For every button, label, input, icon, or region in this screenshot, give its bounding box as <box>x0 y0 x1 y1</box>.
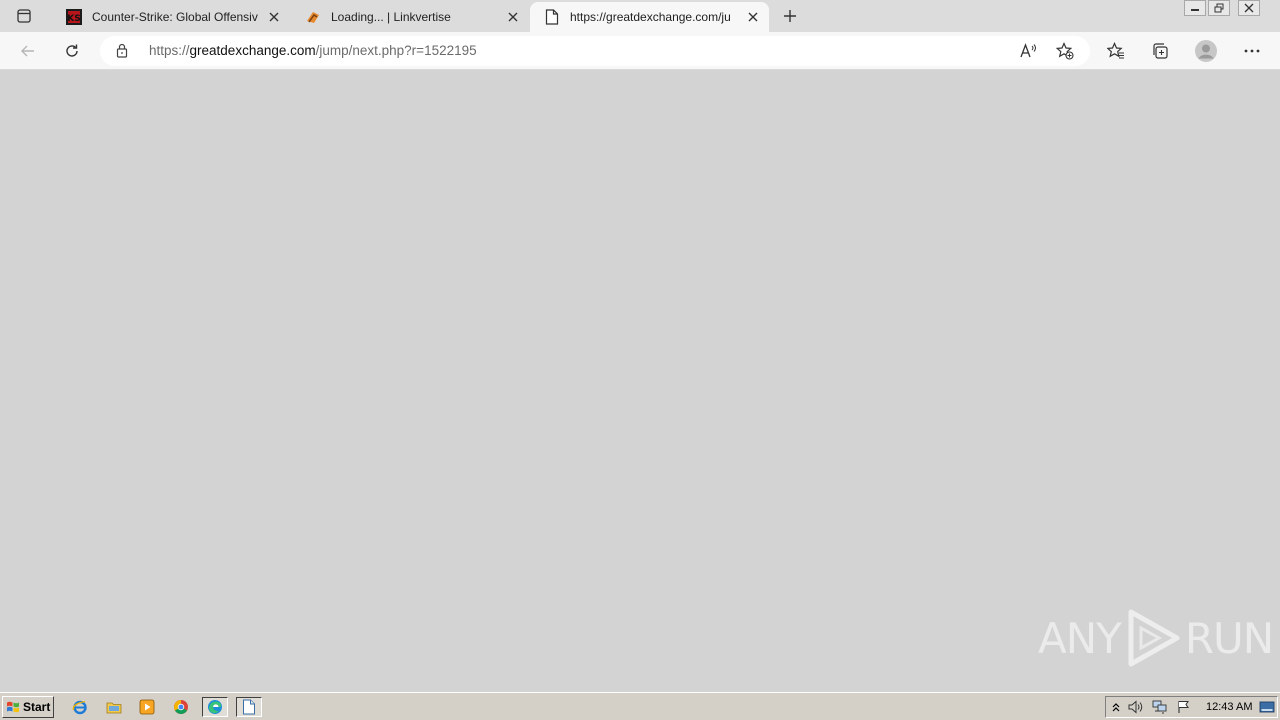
edge-icon <box>208 700 222 714</box>
start-label: Start <box>23 700 51 714</box>
new-tab-button[interactable] <box>778 5 802 27</box>
show-desktop-icon[interactable] <box>1259 700 1275 714</box>
linkvertise-icon <box>305 9 321 25</box>
show-hidden-icons-button[interactable] <box>1108 700 1124 714</box>
start-button[interactable]: Start <box>2 696 54 718</box>
profile-button[interactable] <box>1192 37 1220 65</box>
tab-strip: KS Counter-Strike: Global Offensiv Loadi… <box>0 0 1280 32</box>
tab-actions-button[interactable] <box>10 6 38 26</box>
tab-greatdexchange[interactable]: https://greatdexchange.com/ju <box>530 2 769 32</box>
favorites-icon <box>1107 42 1124 59</box>
page-viewport[interactable] <box>0 70 1280 692</box>
read-aloud-icon <box>1020 43 1036 58</box>
system-tray: 12:43 AM <box>1105 696 1278 718</box>
taskbar: Start 12:43 AM <box>0 692 1280 720</box>
tab-close-icon[interactable] <box>266 9 282 25</box>
window-controls <box>1182 0 1260 18</box>
url-text: https://greatdexchange.com/jump/next.php… <box>149 43 477 58</box>
ie-launch-button[interactable] <box>69 697 91 717</box>
collections-icon <box>1153 43 1168 59</box>
svg-text:KS: KS <box>67 14 80 24</box>
tab-title: https://greatdexchange.com/ju <box>570 10 731 24</box>
address-bar[interactable]: https://greatdexchange.com/jump/next.php… <box>100 36 1090 66</box>
chevron-up-icon <box>1112 703 1120 712</box>
watermark-right-text: RUN <box>1184 613 1274 663</box>
url-host: greatdexchange.com <box>189 43 316 58</box>
play-logo-icon <box>1128 609 1180 667</box>
more-dots-icon <box>1244 49 1260 53</box>
windows-flag-icon <box>7 701 19 713</box>
close-window-button[interactable] <box>1238 0 1260 16</box>
refresh-icon <box>66 44 78 57</box>
tab-actions-icon <box>17 9 31 23</box>
ie-icon <box>72 700 87 715</box>
folder-icon <box>106 702 122 714</box>
url-path: /jump/next.php?r=1522195 <box>315 43 477 58</box>
settings-menu-button[interactable] <box>1238 37 1266 65</box>
explorer-launch-button[interactable] <box>103 697 125 717</box>
lock-icon[interactable] <box>116 43 128 61</box>
chrome-launch-button[interactable] <box>170 697 192 717</box>
star-add-icon <box>1056 42 1074 60</box>
media-player-launch-button[interactable] <box>136 697 158 717</box>
tab-linkvertise[interactable]: Loading... | Linkvertise <box>291 2 529 32</box>
plus-icon <box>784 10 796 22</box>
back-arrow-icon <box>21 45 34 57</box>
back-button[interactable] <box>14 37 42 65</box>
blank-document-icon <box>243 699 255 715</box>
action-center-flag-icon[interactable] <box>1176 700 1192 714</box>
browser-toolbar: https://greatdexchange.com/jump/next.php… <box>0 32 1280 70</box>
close-icon <box>1244 3 1254 13</box>
page-icon <box>544 9 560 25</box>
tab-close-icon[interactable] <box>505 9 521 25</box>
network-icon[interactable] <box>1152 700 1168 714</box>
clock[interactable]: 12:43 AM <box>1206 701 1252 713</box>
cs-logo-icon: KS <box>66 9 82 25</box>
volume-icon[interactable] <box>1128 700 1144 714</box>
restore-icon <box>1214 3 1224 13</box>
restore-button[interactable] <box>1208 0 1230 16</box>
tab-close-icon[interactable] <box>745 9 761 25</box>
collections-button[interactable] <box>1146 37 1174 65</box>
avatar-icon <box>1195 40 1217 62</box>
add-favorite-button[interactable] <box>1054 41 1076 61</box>
url-scheme: https:// <box>149 43 190 58</box>
minimize-button[interactable] <box>1184 0 1206 16</box>
tab-counter-strike[interactable]: KS Counter-Strike: Global Offensiv <box>52 2 290 32</box>
minimize-icon <box>1191 9 1199 11</box>
tab-title: Loading... | Linkvertise <box>331 10 451 24</box>
notepad-taskbar-button[interactable] <box>236 697 262 717</box>
read-aloud-button[interactable] <box>1018 41 1040 61</box>
media-player-icon <box>139 699 155 715</box>
chrome-icon <box>174 700 188 714</box>
favorites-button[interactable] <box>1102 37 1130 65</box>
watermark-left-text: ANY <box>1038 613 1122 663</box>
tab-title: Counter-Strike: Global Offensiv <box>92 10 258 24</box>
edge-taskbar-button[interactable] <box>202 697 228 717</box>
anyrun-watermark: ANY RUN <box>1038 606 1274 670</box>
refresh-button[interactable] <box>58 37 86 65</box>
